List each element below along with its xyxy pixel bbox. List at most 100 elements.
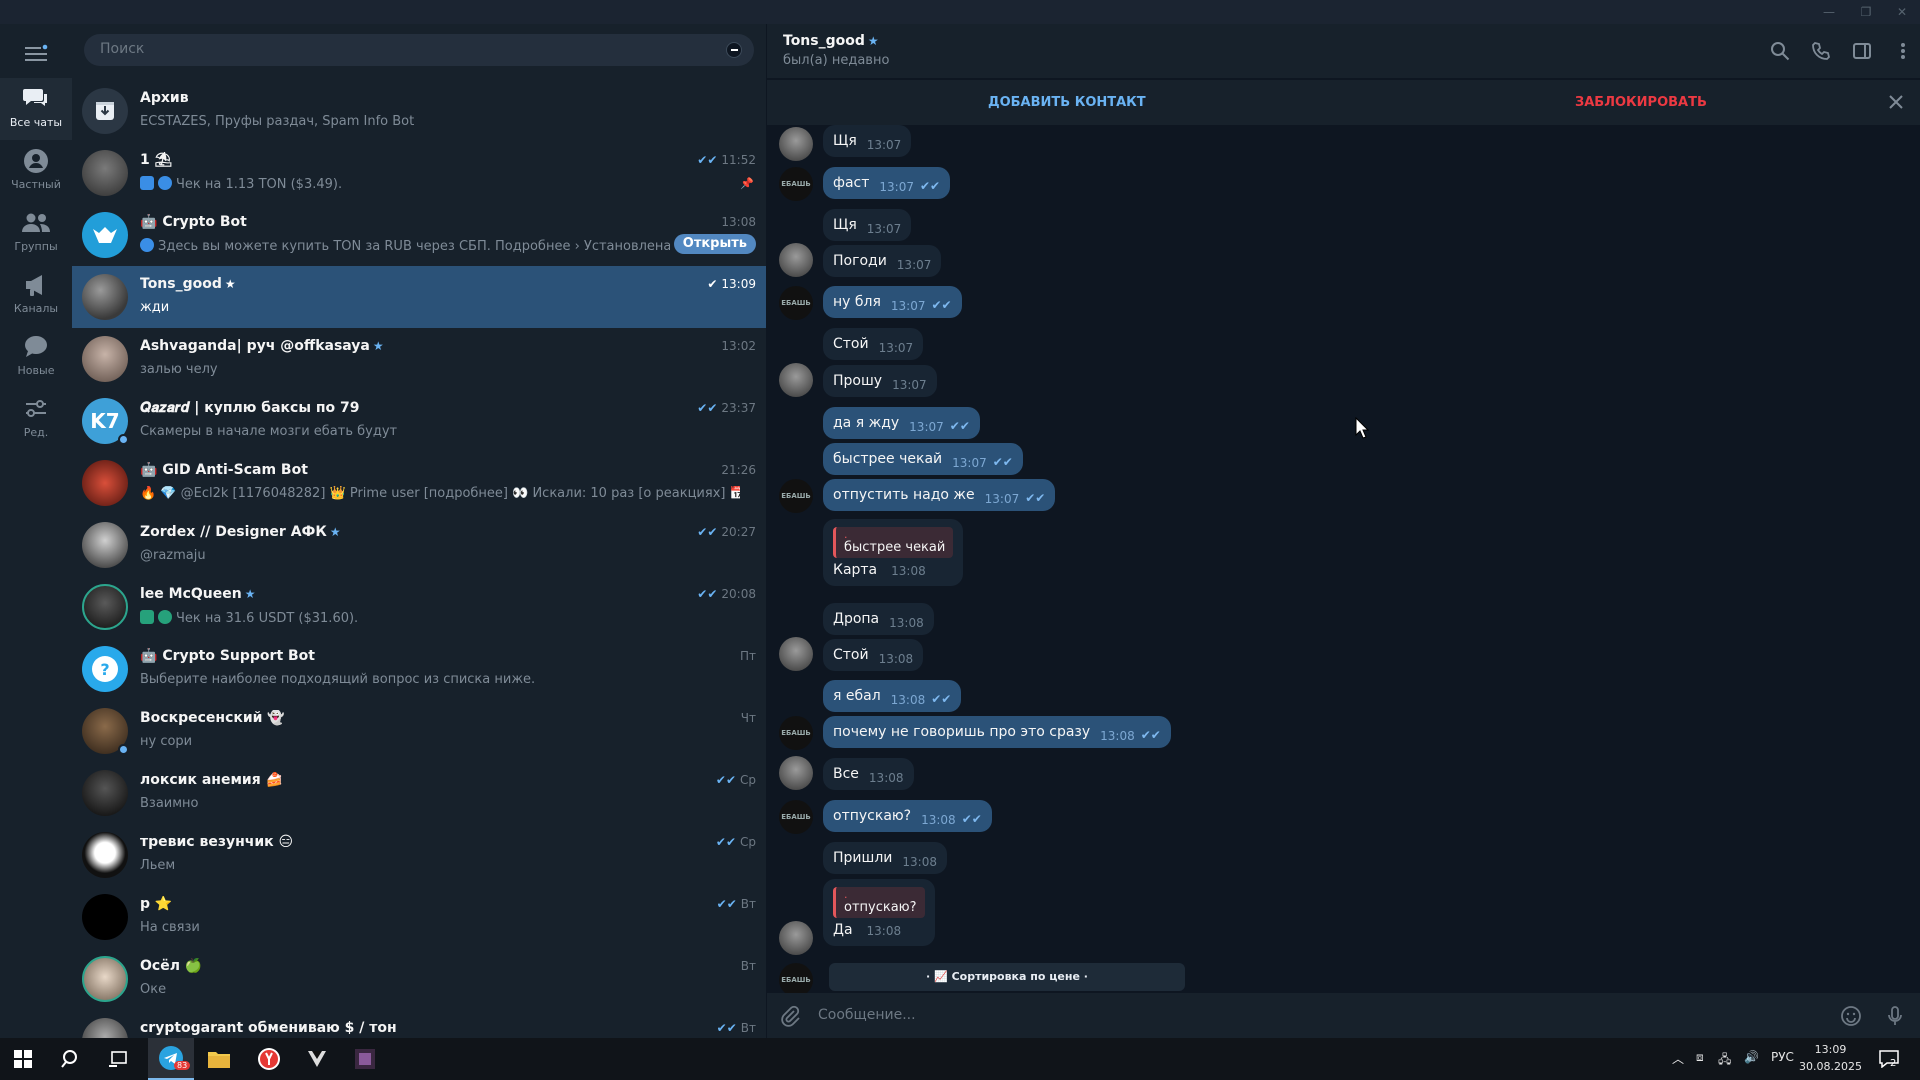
close-button[interactable]: ✕ [1884,2,1920,22]
taskbar: 83 ︿ ⧈ 🖧 🔊 РУС 13:09 30.08.2025 2 [0,1038,1920,1080]
message-input[interactable]: Сообщение... [818,1007,916,1023]
notifications-button[interactable]: 2 [1866,1038,1912,1080]
message-bubble-out[interactable]: почему не говоришь про это сразу 13:08 ✔✔ [823,716,1171,748]
reply-quote[interactable]: . отпускаю? [833,887,925,918]
message-bubble[interactable]: Пришли 13:08 [823,842,947,874]
chat-row[interactable]: 1 ⛱ ✔✔ 11:52 Чек на 1.13 TON ($3.49). 📌 [72,142,766,204]
add-contact-button[interactable]: ДОБАВИТЬ КОНТАКТ [988,95,1146,110]
message-bubble[interactable]: Стой 13:08 [823,639,924,671]
chat-row[interactable]: р ⭐ ✔✔ Вт На связи [72,886,766,948]
volume-icon[interactable]: 🔊 [1744,1050,1759,1064]
peer-status: был(а) недавно [783,53,890,68]
folder-edit[interactable]: Ред. [0,388,72,450]
inline-keyboard-button[interactable]: · 📈 Сортировка по цене · [829,963,1185,991]
yandex-browser-icon [258,1048,280,1070]
folder-all-chats[interactable]: Все чаты [0,78,72,140]
message-bubble-out[interactable]: да я жду 13:07 ✔✔ [823,407,980,439]
avatar [82,770,128,816]
taskbar-app[interactable] [342,1038,388,1080]
minimize-button[interactable]: — [1811,2,1847,22]
message-bubble[interactable]: Щя 13:07 [823,209,912,241]
chat-row[interactable]: cryptogarant обмениваю $ / тон ✔✔ Вт [72,1010,766,1038]
chat-preview: 🔥 💎 @Ecl2k [1176048282] 👑 Prime user [по… [140,486,740,501]
taskbar-search-button[interactable] [48,1038,94,1080]
message-bubble-out[interactable]: отпускаю? 13:08 ✔✔ [823,800,992,832]
avatar [82,274,128,320]
start-button[interactable] [0,1038,46,1080]
message-time: 13:07 [909,420,944,434]
message-text: Стой [833,647,869,663]
taskbar-yandex-browser[interactable] [246,1038,292,1080]
folder-private[interactable]: Частный [0,140,72,202]
search-icon[interactable] [1770,41,1790,61]
menu-icon[interactable] [24,42,48,66]
chat-row[interactable]: Ashvaganda| руч @offkasaya ★ 13:02 залью … [72,328,766,390]
close-icon[interactable] [1886,92,1906,112]
message-text: я ебал [833,688,881,704]
open-button[interactable]: Открыть [673,234,756,254]
reply-quote[interactable]: . быстрее чекай [833,527,954,558]
reply-message-bubble[interactable]: . быстрее чекай Карта 13:08 [823,519,964,586]
maximize-button[interactable]: ❐ [1848,2,1884,22]
chat-row[interactable]: Воскресенский 👻 Чт ну сори [72,700,766,762]
avatar: ? [82,646,128,692]
message-bubble[interactable]: Стой 13:07 [823,328,924,360]
message-bubble[interactable]: Погоди 13:07 [823,245,942,277]
chat-row[interactable]: 🤖 GID Anti-Scam Bot 21:26 🔥 💎 @Ecl2k [11… [72,452,766,514]
message-bubble-out[interactable]: отпустить надо же 13:07 ✔✔ [823,479,1056,511]
message-bubble-out[interactable]: фаст 13:07 ✔✔ [823,167,951,199]
avatar [82,894,128,940]
phone-icon[interactable] [1811,41,1831,61]
tray-app-icon[interactable]: ⧈ [1696,1050,1704,1065]
message-bubble-out[interactable]: быстрее чекай 13:07 ✔✔ [823,443,1023,475]
message-bubble[interactable]: Щя 13:07 [823,125,912,157]
chat-row[interactable]: тревис везунчик 😑 ✔✔ Ср Льем [72,824,766,886]
message-bubble-out[interactable]: я ебал 13:08 ✔✔ [823,680,962,712]
bot-badge-icon [140,176,154,190]
chat-row[interactable]: K7 𝑸𝒂𝒛𝒂𝒓𝒅 | куплю баксы по 79 ✔✔ 23:37 Ск… [72,390,766,452]
chat-row[interactable]: Zordex // Designer АФК ★ ✔✔ 20:27 @razmaju [72,514,766,576]
task-view-button[interactable] [96,1038,142,1080]
contact-action-bar: ДОБАВИТЬ КОНТАКТ ЗАБЛОКИРОВАТЬ [767,79,1920,125]
folder-channels[interactable]: Каналы [0,264,72,326]
microphone-icon[interactable] [1884,1005,1906,1027]
diamond-app-icon [308,1051,326,1067]
chat-row[interactable]: ? 🤖 Crypto Support Bot Пт Выберите наибо… [72,638,766,700]
folder-groups[interactable]: Группы [0,202,72,264]
chat-row[interactable]: lee McQueen ★ ✔✔ 20:08 Чек на 31.6 USDT ($… [72,576,766,638]
network-icon[interactable]: 🖧 [1718,1050,1731,1071]
taskbar-telegram[interactable]: 83 [148,1038,194,1080]
chat-header[interactable]: Tons_good ★ был(а) недавно [767,24,1920,78]
chat-row-selected[interactable]: Tons_good ★ ✔ 13:09 жди [72,266,766,328]
chat-row[interactable]: локсик анемия 🍰 ✔✔ Ср Взаимно [72,762,766,824]
taskbar-explorer[interactable] [196,1038,242,1080]
clock[interactable]: 13:09 30.08.2025 [1799,1041,1862,1075]
chat-row[interactable]: 🤖 Crypto Bot 13:08 Здесь вы можете купит… [72,204,766,266]
chat-row-archive[interactable]: Архив ECSTAZES, Пруфы раздач, Spam Info … [72,80,766,142]
message-bubble-out[interactable]: ну бля 13:07 ✔✔ [823,286,962,318]
message-text: почему не говоришь про это сразу [833,724,1091,740]
read-check-icon: ✔✔ [931,692,952,706]
folder-new[interactable]: Новые [0,326,72,388]
chat-preview: ECSTAZES, Пруфы раздач, Spam Info Bot [140,114,415,129]
message-text: да я жду [833,415,900,431]
sidebar-toggle-icon[interactable] [1852,41,1872,61]
reply-message-bubble[interactable]: . отпускаю? Да 13:08 [823,879,935,946]
taskbar-app[interactable] [294,1038,340,1080]
message-bubble[interactable]: Все 13:08 [823,758,914,790]
bot-icon: 🤖 [140,462,163,478]
block-button[interactable]: ЗАБЛОКИРОВАТЬ [1575,95,1707,110]
attach-icon[interactable] [779,1005,801,1027]
chat-row[interactable]: Осёл 🍏 Вт Оке [72,948,766,1010]
emoji-icon[interactable] [1840,1005,1862,1027]
message-bubble[interactable]: Дропа 13:08 [823,603,934,635]
tray-overflow-icon[interactable]: ︿ [1672,1050,1684,1067]
avatar [82,956,128,1002]
message-time: 13:08 [1100,729,1135,743]
clear-search-icon[interactable] [726,42,742,58]
more-icon[interactable] [1893,41,1913,61]
search-input[interactable]: Поиск [84,34,754,66]
message-bubble[interactable]: Прошу 13:07 [823,365,937,397]
language-indicator[interactable]: РУС [1771,1050,1794,1064]
message-text: Да [833,922,853,938]
